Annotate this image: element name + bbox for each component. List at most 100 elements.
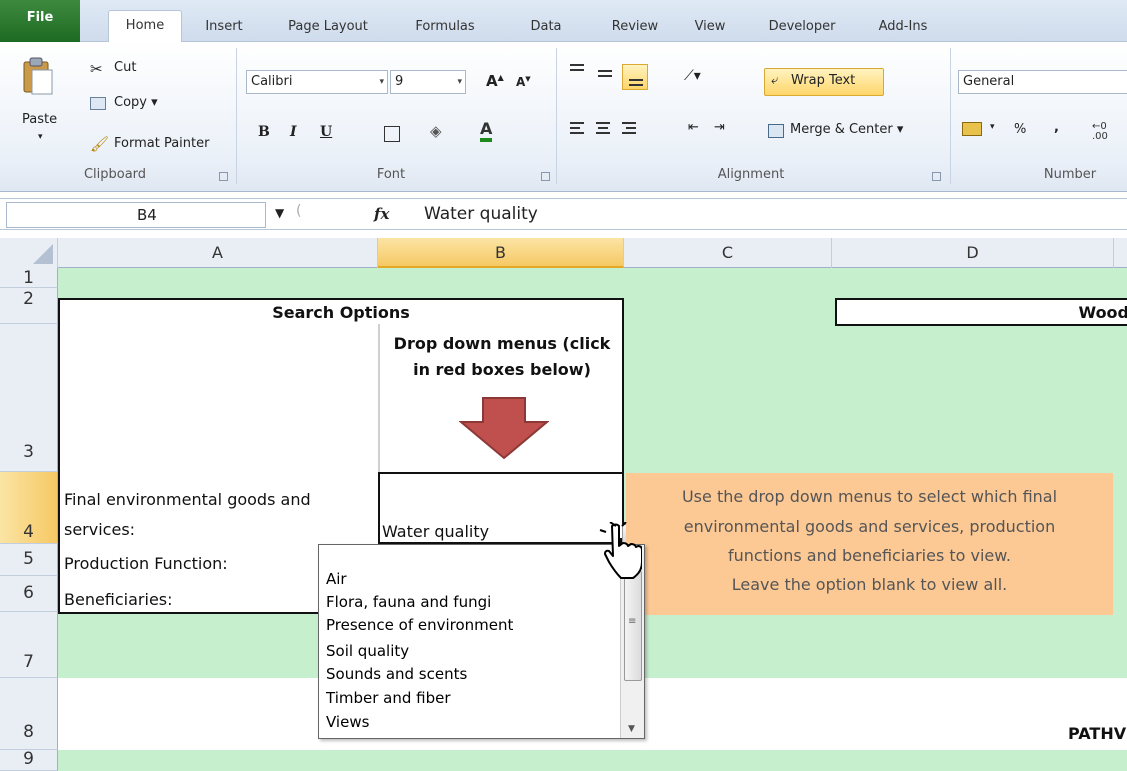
row-header-6[interactable]: 6 (0, 576, 58, 612)
font-name-value: Calibri (251, 74, 293, 89)
alignment-group-label: Alignment (717, 167, 785, 182)
scrollbar-thumb[interactable]: ≡ (624, 571, 642, 681)
tab-view[interactable]: View (685, 12, 735, 42)
list-item[interactable]: Air (326, 569, 347, 589)
format-painter-button[interactable]: Format Painter (114, 136, 209, 151)
tab-review[interactable]: Review (605, 12, 665, 42)
row-header-2[interactable]: 2 (0, 288, 58, 324)
instructions-line4: Leave the option blank to view all. (731, 575, 1008, 594)
search-options-title: Search Options (272, 303, 410, 322)
wrap-text-icon: ⤶ (771, 73, 779, 88)
clipboard-group-label: Clipboard (83, 167, 147, 182)
name-box[interactable]: B4 (6, 202, 266, 228)
tab-home[interactable]: Home (108, 10, 182, 43)
copy-icon (90, 97, 106, 110)
grip-icon: ≡ (628, 616, 637, 627)
final-goods-label-line2: services: (64, 520, 136, 539)
list-item[interactable]: Timber and fiber (326, 688, 451, 708)
paste-icon[interactable] (22, 56, 54, 96)
bold-button[interactable]: B (258, 124, 270, 140)
align-bottom-icon[interactable] (622, 64, 648, 90)
instructions-box: Use the drop down menus to select which … (626, 473, 1113, 615)
tab-insert[interactable]: Insert (196, 12, 252, 42)
orientation-icon[interactable]: ⟋▾ (684, 68, 701, 84)
merge-center-button[interactable]: Merge & Center ▾ (790, 122, 903, 137)
underline-button[interactable]: U (320, 124, 332, 140)
insert-function-icon[interactable]: fx (374, 205, 389, 223)
instructions-line2: environmental goods and services, produc… (683, 517, 1056, 536)
instructions-line3: functions and beneficiaries to view. (728, 546, 1011, 565)
shrink-font-icon[interactable]: A▼ (516, 75, 531, 89)
list-item[interactable]: Soil quality (326, 641, 409, 661)
formula-text: Water quality (424, 204, 538, 224)
wrap-text-label: Wrap Text (791, 73, 856, 88)
formula-bar: B4 ▼ ( fx Water quality (0, 198, 1127, 230)
group-divider (556, 48, 557, 184)
accounting-format-icon[interactable] (962, 122, 982, 136)
font-group-label: Font (376, 167, 406, 182)
tab-data[interactable]: Data (516, 12, 576, 42)
wrap-text-button[interactable]: ⤶ Wrap Text (764, 68, 884, 96)
list-item[interactable]: Sounds and scents (326, 664, 467, 684)
tab-add-ins[interactable]: Add-Ins (866, 12, 940, 42)
scroll-down-icon[interactable]: ▼ (628, 724, 635, 734)
list-item[interactable]: Flora, fauna and fungi (326, 592, 491, 612)
row-header-1[interactable]: 1 (0, 268, 58, 288)
copy-button[interactable]: Copy ▾ (114, 95, 158, 110)
select-all-icon (33, 244, 53, 264)
clipboard-launcher-icon[interactable] (219, 172, 228, 181)
ribbon-tab-bar: File Home Insert Page Layout Formulas Da… (0, 0, 1127, 43)
production-function-label: Production Function: (64, 554, 228, 573)
comma-style-button[interactable]: , (1054, 120, 1059, 135)
format-painter-icon: 🖌 (90, 135, 110, 153)
ribbon: Paste ▾ ✂ Cut Copy ▾ 🖌 Format Painter Cl… (0, 42, 1127, 192)
number-format-combo[interactable]: General (958, 70, 1127, 94)
cut-button[interactable]: Cut (114, 60, 136, 75)
number-format-value: General (963, 74, 1015, 89)
dropdown-hint-line1: Drop down menus (click (393, 334, 611, 353)
tab-developer[interactable]: Developer (757, 12, 847, 42)
row-header-7[interactable]: 7 (0, 612, 58, 678)
cell-b4-selected[interactable]: Water quality (378, 472, 624, 544)
tab-formulas[interactable]: Formulas (404, 12, 486, 42)
increase-indent-icon[interactable]: ⇥ (714, 120, 725, 135)
paste-dropdown-icon[interactable]: ▾ (38, 132, 43, 142)
column-header-d[interactable]: D (832, 238, 1114, 268)
decrease-indent-icon[interactable]: ⇤ (688, 120, 699, 135)
chevron-down-icon: ▾ (379, 77, 384, 87)
font-color-icon[interactable]: A (480, 120, 493, 142)
grow-font-icon[interactable]: A▲ (486, 72, 504, 90)
instructions-line1: Use the drop down menus to select which … (681, 487, 1058, 506)
tab-file[interactable]: File (0, 0, 80, 42)
cell-b4-value: Water quality (382, 522, 490, 541)
search-options-header[interactable]: Search Options (58, 298, 624, 326)
paste-button[interactable]: Paste (22, 112, 57, 127)
wood-header[interactable]: Wood (835, 298, 1127, 326)
number-group-label: Number (1043, 167, 1097, 182)
row-header-8[interactable]: 8 (0, 678, 58, 750)
row-header-5[interactable]: 5 (0, 544, 58, 576)
percent-style-button[interactable]: % (1014, 122, 1026, 137)
column-header-c[interactable]: C (624, 238, 832, 268)
font-size-combo[interactable]: 9 ▾ (390, 70, 466, 94)
row-header-3[interactable]: 3 (0, 324, 58, 472)
column-header-b[interactable]: B (378, 238, 624, 268)
select-all-corner[interactable] (0, 238, 58, 268)
tab-page-layout[interactable]: Page Layout (277, 12, 379, 42)
borders-icon[interactable] (384, 126, 400, 142)
fill-color-icon[interactable]: ◈ (430, 122, 442, 140)
alignment-launcher-icon[interactable] (932, 172, 941, 181)
font-name-combo[interactable]: Calibri ▾ (246, 70, 388, 94)
formula-input-area[interactable]: fx Water quality (274, 202, 1127, 228)
row-header-9[interactable]: 9 (0, 750, 58, 771)
italic-button[interactable]: I (290, 124, 297, 140)
list-item[interactable]: Presence of environment (326, 615, 513, 635)
group-divider (950, 48, 951, 184)
hand-cursor-icon (599, 522, 642, 579)
list-item[interactable]: Views (326, 712, 369, 732)
column-header-a[interactable]: A (58, 238, 378, 268)
increase-decimal-icon[interactable]: ←0.00 (1092, 122, 1108, 142)
chevron-down-icon[interactable]: ▾ (990, 122, 995, 132)
font-launcher-icon[interactable] (541, 172, 550, 181)
row-header-4[interactable]: 4 (0, 472, 58, 544)
